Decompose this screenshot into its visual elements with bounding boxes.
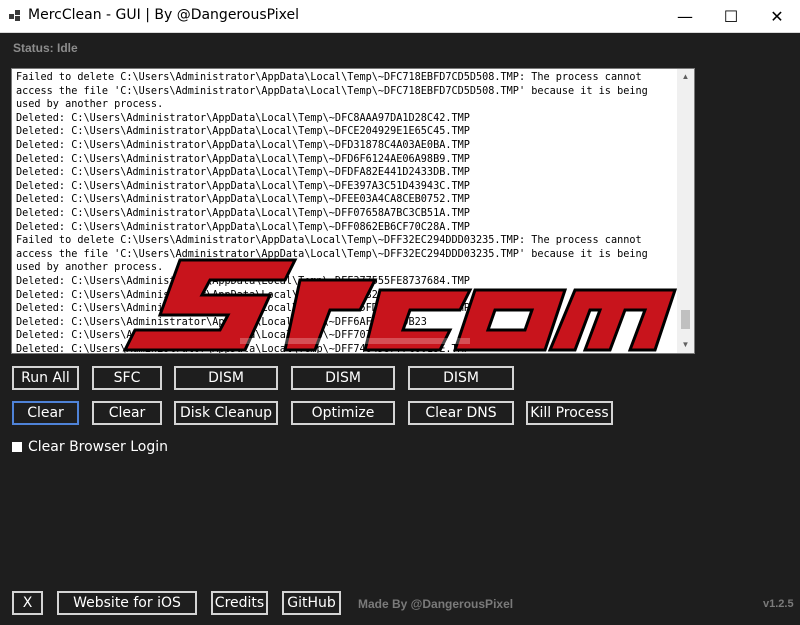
log-line: Deleted: C:\Users\Administrator\AppData\… [16,167,470,179]
log-line: Deleted: C:\Users\Administrator\AppData\… [16,112,470,124]
kill-process-button[interactable]: Kill Process [526,401,613,425]
log-line: Deleted: C:\Users\Administrator\AppData\… [16,303,470,315]
log-line: Deleted: C:\Users\Administrator\AppData\… [16,289,470,301]
window-title: MercClean - GUI | By @DangerousPixel [28,7,299,23]
sfc-button[interactable]: SFC [92,366,162,390]
log-line: Deleted: C:\Users\Administrator\AppData\… [16,153,470,165]
log-line: Deleted: C:\Users\Administrator\AppData\… [16,194,470,206]
app-icon [9,10,21,22]
clear-dns-button[interactable]: Clear DNS [408,401,514,425]
log-line: Deleted: C:\Users\Administrator\AppData\… [16,330,385,342]
log-line: Failed to delete C:\Users\Administrator\… [16,72,648,111]
clear-button-2[interactable]: Clear [92,401,162,425]
maximize-icon[interactable]: ☐ [708,0,754,32]
dism-button-2[interactable]: DISM [291,366,395,390]
run-all-button[interactable]: Run All [12,366,79,390]
title-bar: MercClean - GUI | By @DangerousPixel — ☐… [0,0,800,33]
made-by-label: Made By @DangerousPixel [358,597,514,611]
log-line: Deleted: C:\Users\Administrator\AppData\… [16,207,470,219]
scroll-up-icon[interactable]: ▲ [677,69,694,85]
disk-cleanup-button[interactable]: Disk Cleanup [174,401,278,425]
status-label: Status: Idle [13,41,78,55]
log-line: Deleted: C:\Users\Administrator\AppData\… [16,221,470,233]
log-line: Deleted: C:\Users\Administrator\AppData\… [16,139,470,151]
credits-button[interactable]: Credits [211,591,268,615]
scroll-thumb[interactable] [681,310,690,329]
log-line: Deleted: C:\Users\Administrator\AppData\… [16,180,470,192]
log-text: Failed to delete C:\Users\Administrator\… [16,71,674,354]
github-button[interactable]: GitHub [282,591,341,615]
dism-button-3[interactable]: DISM [408,366,514,390]
clear-browser-login-checkbox[interactable] [12,442,22,452]
log-output[interactable]: Failed to delete C:\Users\Administrator\… [11,68,695,354]
clear-browser-login-label[interactable]: Clear Browser Login [28,439,168,455]
log-line: Failed to delete C:\Users\Administrator\… [16,235,648,274]
website-ios-button[interactable]: Website for iOS [57,591,197,615]
minimize-icon[interactable]: — [662,0,708,32]
clear-button-1[interactable]: Clear [12,401,79,425]
optimize-button[interactable]: Optimize [291,401,395,425]
version-label: v1.2.5 [763,598,794,610]
log-line: Deleted: C:\Users\Administrator\AppData\… [16,275,470,287]
log-line: Deleted: C:\Users\Administrator\AppData\… [16,126,470,138]
scroll-down-icon[interactable]: ▼ [677,337,694,353]
dism-button-1[interactable]: DISM [174,366,278,390]
log-line: Deleted: C:\Users\Administrator\AppData\… [16,316,427,328]
log-line: Deleted: C:\Users\Administrator\AppData\… [16,343,470,354]
exit-button[interactable]: X [12,591,43,615]
close-icon[interactable]: ✕ [754,0,800,32]
log-scrollbar[interactable]: ▲ ▼ [677,69,694,353]
